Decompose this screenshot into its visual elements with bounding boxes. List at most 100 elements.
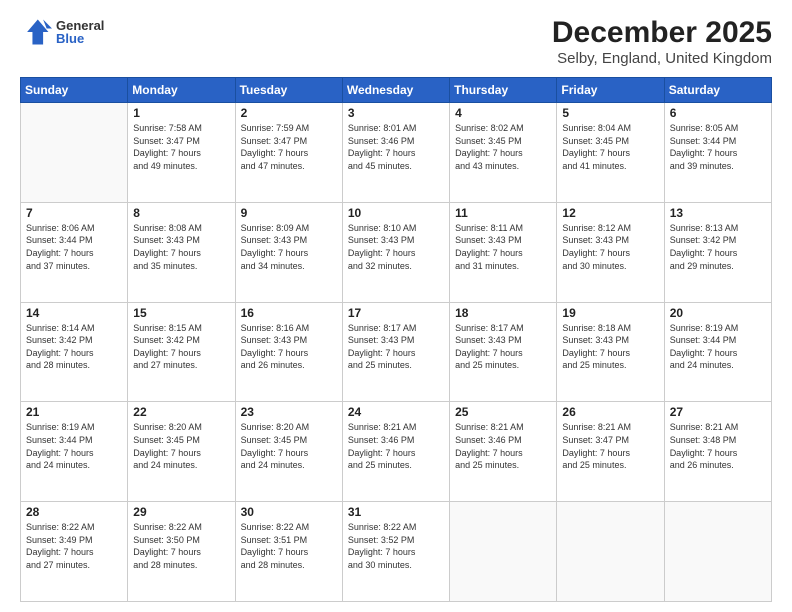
table-row: 14 Sunrise: 8:14 AMSunset: 3:42 PMDayligh… bbox=[21, 302, 128, 402]
day-info: Sunrise: 8:21 AMSunset: 3:46 PMDaylight:… bbox=[455, 421, 551, 471]
table-row: 2 Sunrise: 7:59 AMSunset: 3:47 PMDaylight… bbox=[235, 103, 342, 203]
day-info: Sunrise: 8:01 AMSunset: 3:46 PMDaylight:… bbox=[348, 122, 444, 172]
day-number: 26 bbox=[562, 405, 658, 419]
calendar-header-friday: Friday bbox=[557, 78, 664, 103]
table-row: 8 Sunrise: 8:08 AMSunset: 3:43 PMDaylight… bbox=[128, 202, 235, 302]
table-row: 11 Sunrise: 8:11 AMSunset: 3:43 PMDayligh… bbox=[450, 202, 557, 302]
day-info: Sunrise: 8:10 AMSunset: 3:43 PMDaylight:… bbox=[348, 222, 444, 272]
day-number: 1 bbox=[133, 106, 229, 120]
day-number: 2 bbox=[241, 106, 337, 120]
day-info: Sunrise: 8:20 AMSunset: 3:45 PMDaylight:… bbox=[133, 421, 229, 471]
day-number: 3 bbox=[348, 106, 444, 120]
day-number: 30 bbox=[241, 505, 337, 519]
day-number: 18 bbox=[455, 306, 551, 320]
table-row: 3 Sunrise: 8:01 AMSunset: 3:46 PMDaylight… bbox=[342, 103, 449, 203]
calendar-week-4: 21 Sunrise: 8:19 AMSunset: 3:44 PMDayligh… bbox=[21, 402, 772, 502]
table-row bbox=[21, 103, 128, 203]
day-number: 20 bbox=[670, 306, 766, 320]
day-number: 6 bbox=[670, 106, 766, 120]
day-number: 16 bbox=[241, 306, 337, 320]
day-number: 11 bbox=[455, 206, 551, 220]
table-row: 31 Sunrise: 8:22 AMSunset: 3:52 PMDayligh… bbox=[342, 502, 449, 602]
day-number: 21 bbox=[26, 405, 122, 419]
day-info: Sunrise: 8:11 AMSunset: 3:43 PMDaylight:… bbox=[455, 222, 551, 272]
day-info: Sunrise: 8:16 AMSunset: 3:43 PMDaylight:… bbox=[241, 322, 337, 372]
day-info: Sunrise: 8:22 AMSunset: 3:51 PMDaylight:… bbox=[241, 521, 337, 571]
table-row: 24Sunrise: 8:21 AMSunset: 3:46 PMDayligh… bbox=[342, 402, 449, 502]
day-number: 31 bbox=[348, 505, 444, 519]
table-row: 1 Sunrise: 7:58 AMSunset: 3:47 PMDaylight… bbox=[128, 103, 235, 203]
table-row bbox=[664, 502, 771, 602]
day-number: 17 bbox=[348, 306, 444, 320]
table-row: 10 Sunrise: 8:10 AMSunset: 3:43 PMDayligh… bbox=[342, 202, 449, 302]
day-info: Sunrise: 7:58 AMSunset: 3:47 PMDaylight:… bbox=[133, 122, 229, 172]
day-number: 14 bbox=[26, 306, 122, 320]
calendar-header-thursday: Thursday bbox=[450, 78, 557, 103]
day-info: Sunrise: 8:19 AMSunset: 3:44 PMDaylight:… bbox=[670, 322, 766, 372]
table-row: 4 Sunrise: 8:02 AMSunset: 3:45 PMDaylight… bbox=[450, 103, 557, 203]
main-title: December 2025 bbox=[552, 16, 772, 50]
day-number: 25 bbox=[455, 405, 551, 419]
day-number: 15 bbox=[133, 306, 229, 320]
table-row: 23 Sunrise: 8:20 AMSunset: 3:45 PMDayligh… bbox=[235, 402, 342, 502]
day-info: Sunrise: 8:12 AMSunset: 3:43 PMDaylight:… bbox=[562, 222, 658, 272]
calendar-header-wednesday: Wednesday bbox=[342, 78, 449, 103]
day-number: 7 bbox=[26, 206, 122, 220]
day-info: Sunrise: 8:02 AMSunset: 3:45 PMDaylight:… bbox=[455, 122, 551, 172]
day-info: Sunrise: 8:21 AMSunset: 3:48 PMDaylight:… bbox=[670, 421, 766, 471]
logo-blue-text: Blue bbox=[56, 32, 104, 45]
table-row: 5Sunrise: 8:04 AMSunset: 3:45 PMDaylight… bbox=[557, 103, 664, 203]
day-number: 24 bbox=[348, 405, 444, 419]
table-row: 29Sunrise: 8:22 AMSunset: 3:50 PMDayligh… bbox=[128, 502, 235, 602]
day-info: Sunrise: 8:08 AMSunset: 3:43 PMDaylight:… bbox=[133, 222, 229, 272]
table-row: 30 Sunrise: 8:22 AMSunset: 3:51 PMDayligh… bbox=[235, 502, 342, 602]
day-info: Sunrise: 8:22 AMSunset: 3:52 PMDaylight:… bbox=[348, 521, 444, 571]
table-row: 12 Sunrise: 8:12 AMSunset: 3:43 PMDayligh… bbox=[557, 202, 664, 302]
day-info: Sunrise: 8:15 AMSunset: 3:42 PMDaylight:… bbox=[133, 322, 229, 372]
day-number: 4 bbox=[455, 106, 551, 120]
day-info: Sunrise: 8:09 AMSunset: 3:43 PMDaylight:… bbox=[241, 222, 337, 272]
calendar-week-2: 7Sunrise: 8:06 AMSunset: 3:44 PMDaylight… bbox=[21, 202, 772, 302]
day-number: 28 bbox=[26, 505, 122, 519]
calendar-table: SundayMondayTuesdayWednesdayThursdayFrid… bbox=[20, 77, 772, 602]
day-number: 10 bbox=[348, 206, 444, 220]
table-row: 9Sunrise: 8:09 AMSunset: 3:43 PMDaylight… bbox=[235, 202, 342, 302]
subtitle: Selby, England, United Kingdom bbox=[552, 50, 772, 67]
table-row: 25 Sunrise: 8:21 AMSunset: 3:46 PMDayligh… bbox=[450, 402, 557, 502]
day-number: 8 bbox=[133, 206, 229, 220]
title-block: December 2025 Selby, England, United Kin… bbox=[552, 16, 772, 67]
logo-text: General Blue bbox=[56, 19, 104, 45]
logo: General Blue bbox=[20, 16, 104, 48]
table-row: 26 Sunrise: 8:21 AMSunset: 3:47 PMDayligh… bbox=[557, 402, 664, 502]
table-row: 19Sunrise: 8:18 AMSunset: 3:43 PMDayligh… bbox=[557, 302, 664, 402]
table-row: 13Sunrise: 8:13 AMSunset: 3:42 PMDayligh… bbox=[664, 202, 771, 302]
day-info: Sunrise: 8:13 AMSunset: 3:42 PMDaylight:… bbox=[670, 222, 766, 272]
table-row: 18 Sunrise: 8:17 AMSunset: 3:43 PMDayligh… bbox=[450, 302, 557, 402]
calendar-header-monday: Monday bbox=[128, 78, 235, 103]
day-info: Sunrise: 8:04 AMSunset: 3:45 PMDaylight:… bbox=[562, 122, 658, 172]
table-row: 6Sunrise: 8:05 AMSunset: 3:44 PMDaylight… bbox=[664, 103, 771, 203]
day-info: Sunrise: 8:22 AMSunset: 3:49 PMDaylight:… bbox=[26, 521, 122, 571]
calendar-header-row: SundayMondayTuesdayWednesdayThursdayFrid… bbox=[21, 78, 772, 103]
calendar-week-3: 14 Sunrise: 8:14 AMSunset: 3:42 PMDayligh… bbox=[21, 302, 772, 402]
day-number: 22 bbox=[133, 405, 229, 419]
day-info: Sunrise: 8:19 AMSunset: 3:44 PMDaylight:… bbox=[26, 421, 122, 471]
day-number: 23 bbox=[241, 405, 337, 419]
day-info: Sunrise: 8:22 AMSunset: 3:50 PMDaylight:… bbox=[133, 521, 229, 571]
calendar-header-sunday: Sunday bbox=[21, 78, 128, 103]
table-row: 27Sunrise: 8:21 AMSunset: 3:48 PMDayligh… bbox=[664, 402, 771, 502]
day-info: Sunrise: 8:14 AMSunset: 3:42 PMDaylight:… bbox=[26, 322, 122, 372]
day-info: Sunrise: 7:59 AMSunset: 3:47 PMDaylight:… bbox=[241, 122, 337, 172]
calendar-week-1: 1 Sunrise: 7:58 AMSunset: 3:47 PMDaylight… bbox=[21, 103, 772, 203]
day-info: Sunrise: 8:21 AMSunset: 3:47 PMDaylight:… bbox=[562, 421, 658, 471]
header: General Blue December 2025 Selby, Englan… bbox=[20, 16, 772, 67]
calendar-week-5: 28 Sunrise: 8:22 AMSunset: 3:49 PMDayligh… bbox=[21, 502, 772, 602]
day-info: Sunrise: 8:20 AMSunset: 3:45 PMDaylight:… bbox=[241, 421, 337, 471]
table-row: 22 Sunrise: 8:20 AMSunset: 3:45 PMDayligh… bbox=[128, 402, 235, 502]
table-row bbox=[450, 502, 557, 602]
calendar-header-tuesday: Tuesday bbox=[235, 78, 342, 103]
day-number: 12 bbox=[562, 206, 658, 220]
table-row bbox=[557, 502, 664, 602]
day-info: Sunrise: 8:17 AMSunset: 3:43 PMDaylight:… bbox=[455, 322, 551, 372]
day-number: 19 bbox=[562, 306, 658, 320]
